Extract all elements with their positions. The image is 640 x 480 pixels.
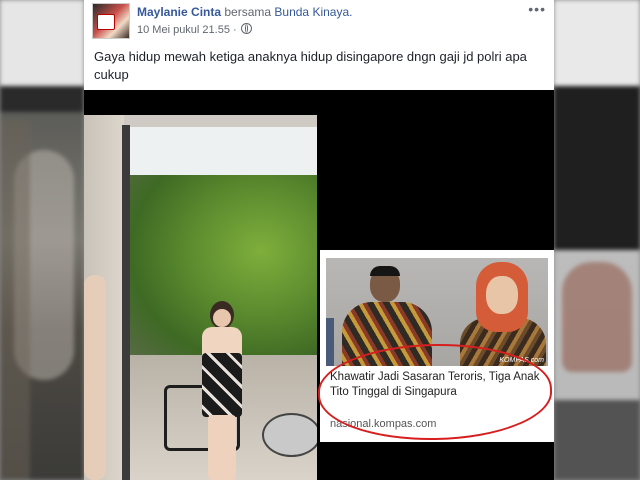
- author-avatar[interactable]: [92, 3, 130, 39]
- photo-black-panel[interactable]: [320, 90, 554, 248]
- post-meta: 10 Mei pukul 21.55 ·: [137, 23, 252, 36]
- blurred-background-right: [554, 0, 640, 480]
- photo-woman: [192, 301, 248, 480]
- photo-partial-figure: [84, 275, 106, 480]
- blurred-figure: [562, 262, 632, 372]
- photo-table: [262, 413, 317, 457]
- photo-black-panel-bottom: [320, 442, 554, 480]
- woman-face: [213, 309, 231, 327]
- post-body-text: Gaya hidup mewah ketiga anaknya hidup di…: [94, 49, 527, 82]
- facebook-post: Maylanie Cinta bersama Bunda Kinaya. 10 …: [84, 0, 554, 480]
- blurred-background-left: [0, 0, 84, 480]
- author-name-link[interactable]: Maylanie Cinta: [137, 5, 221, 19]
- man-hair: [370, 266, 400, 276]
- woman-face: [486, 276, 518, 314]
- post-header: Maylanie Cinta bersama Bunda Kinaya. 10 …: [84, 0, 554, 40]
- woman-legs: [208, 415, 236, 480]
- avatar-badge: [97, 14, 115, 30]
- globe-icon[interactable]: [240, 23, 252, 34]
- woman-dress: [202, 353, 242, 417]
- news-photo-edge: [326, 318, 334, 366]
- with-text: bersama: [224, 5, 272, 19]
- photo-woman-garden[interactable]: [84, 115, 317, 480]
- news-screenshot-card[interactable]: KOMPAS.com Khawatir Jadi Sasaran Teroris…: [317, 250, 554, 443]
- photo-door-frame: [122, 125, 130, 480]
- blurred-figure: [554, 400, 640, 480]
- blurred-figure: [0, 120, 30, 480]
- more-options-button[interactable]: •••: [528, 1, 546, 17]
- post-timestamp-link[interactable]: 10 Mei pukul 21.55 ·: [137, 24, 237, 36]
- author-line: Maylanie Cinta bersama Bunda Kinaya.: [137, 5, 352, 19]
- tagged-user-link[interactable]: Bunda Kinaya.: [274, 5, 352, 19]
- post-media-grid: KOMPAS.com Khawatir Jadi Sasaran Teroris…: [84, 90, 554, 480]
